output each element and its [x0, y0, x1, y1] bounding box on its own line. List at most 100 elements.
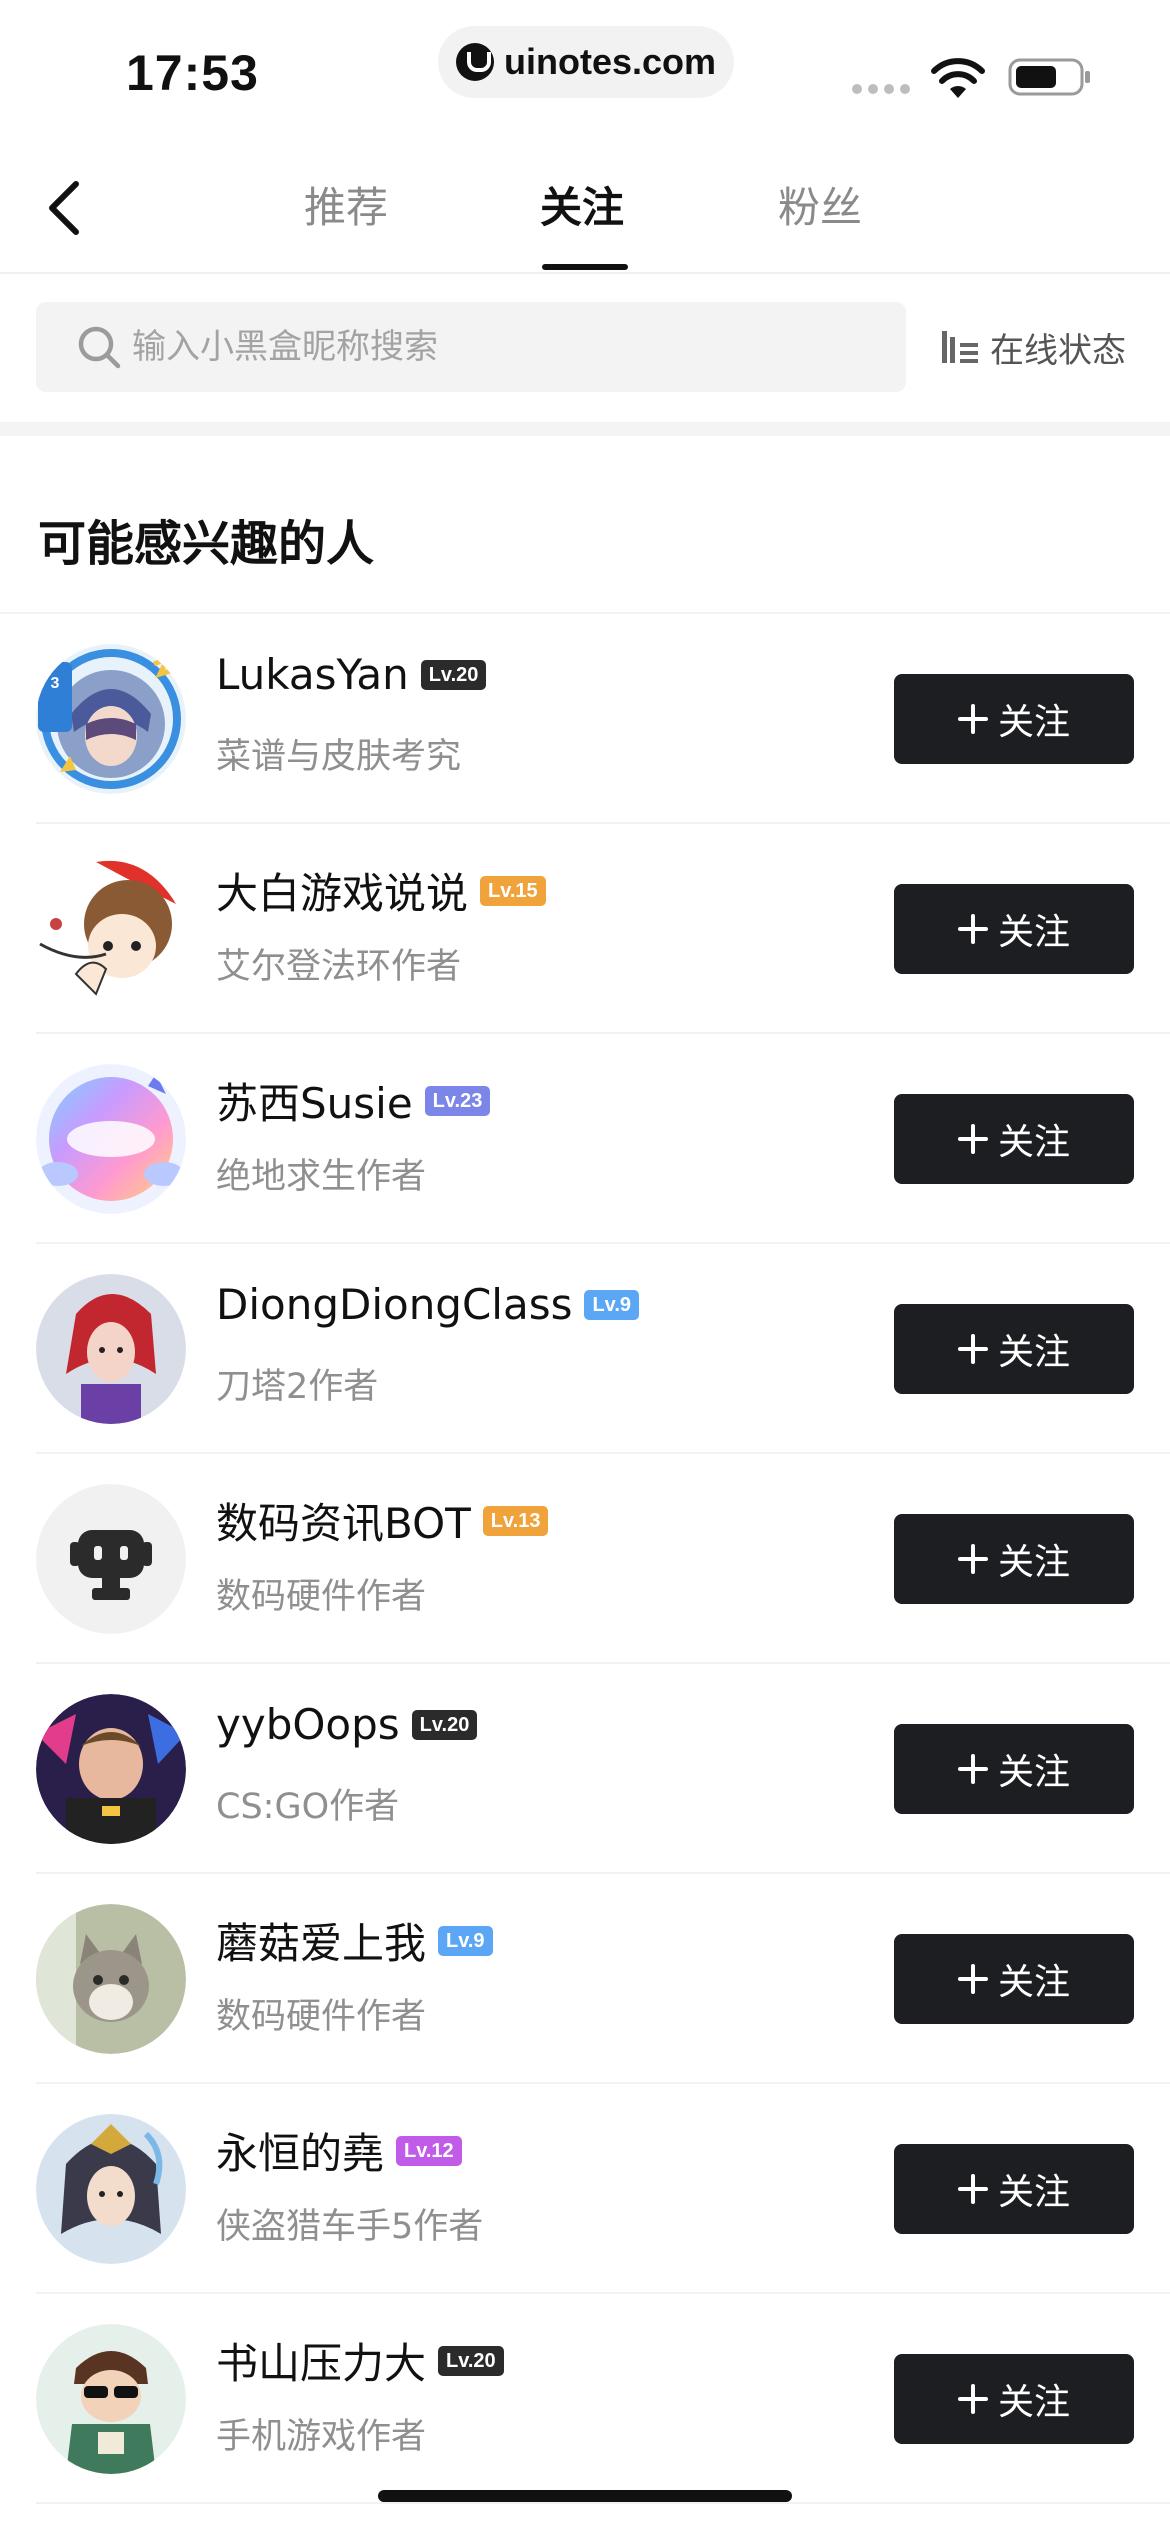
list-item: 书山压力大 Lv.20 手机游戏作者 关注	[0, 2294, 1170, 2504]
name-line: DiongDiongClass Lv.9	[216, 1280, 640, 1329]
follow-button-label: 关注	[997, 912, 1070, 953]
level-badge: Lv.12	[396, 2135, 462, 2166]
level-badge: Lv.9	[584, 1289, 640, 1320]
follow-button[interactable]: 关注	[894, 674, 1134, 764]
avatar[interactable]: 3	[36, 644, 186, 794]
plus-icon	[957, 2384, 988, 2414]
sunglasses-cartoon-avatar-icon	[36, 2324, 186, 2474]
user-description: 刀塔2作者	[216, 1367, 379, 1407]
section-divider	[0, 422, 1170, 436]
home-indicator[interactable]	[378, 2490, 792, 2502]
plus-icon	[957, 1964, 988, 1994]
level-badge: Lv.9	[438, 1925, 493, 1956]
user-name[interactable]: LukasYan	[216, 650, 409, 699]
name-line: yybOops Lv.20	[216, 1700, 478, 1749]
follow-button[interactable]: 关注	[894, 2144, 1134, 2234]
user-name[interactable]: 永恒的堯	[216, 2120, 384, 2181]
avatar[interactable]	[36, 2114, 186, 2264]
plus-icon	[957, 1544, 988, 1574]
user-name[interactable]: 数码资讯BOT	[216, 1490, 471, 1551]
follow-button-label: 关注	[997, 2382, 1070, 2423]
online-status-label: 在线状态	[990, 330, 1126, 371]
search-input[interactable]	[132, 302, 892, 392]
user-name[interactable]: 大白游戏说说	[216, 860, 468, 921]
follow-button[interactable]: 关注	[894, 1724, 1134, 1814]
cellular-signal-icon	[852, 84, 910, 94]
user-description: CS:GO作者	[216, 1787, 400, 1827]
url-text: uinotes.com	[503, 41, 717, 82]
level-badge: Lv.15	[480, 875, 546, 906]
user-name[interactable]: DiongDiongClass	[216, 1280, 572, 1329]
status-bar: 17:53 uinotes.com	[0, 0, 1170, 140]
search-box[interactable]	[36, 302, 906, 392]
follow-button[interactable]: 关注	[894, 1304, 1134, 1394]
list-item: yybOops Lv.20 CS:GO作者 关注	[0, 1664, 1170, 1874]
user-description: 数码硬件作者	[216, 1997, 427, 2037]
follow-button-label: 关注	[997, 1332, 1070, 1373]
follow-button-label: 关注	[997, 702, 1070, 743]
follow-button[interactable]: 关注	[894, 884, 1134, 974]
user-name[interactable]: 蘑菇爱上我	[216, 1910, 426, 1971]
list-item: 大白游戏说说 Lv.15 艾尔登法环作者 关注	[0, 824, 1170, 1034]
follow-button-label: 关注	[997, 1542, 1070, 1583]
user-description: 数码硬件作者	[216, 1577, 427, 1617]
robot-avatar-icon	[36, 1484, 186, 1634]
status-time: 17:53	[126, 45, 259, 101]
level-badge: Lv.20	[411, 1709, 478, 1740]
name-line: 数码资讯BOT Lv.13	[216, 1490, 549, 1551]
cat-photo-avatar-icon	[36, 1904, 186, 2054]
anime-warrior-avatar-icon	[36, 2114, 186, 2264]
name-line: 蘑菇爱上我 Lv.9	[216, 1910, 493, 1971]
filter-bars-icon	[942, 331, 978, 363]
user-description: 绝地求生作者	[216, 1157, 427, 1197]
svg-text:3: 3	[51, 675, 60, 692]
tab-following[interactable]: 关注	[540, 178, 624, 238]
follow-button-label: 关注	[997, 2172, 1070, 2213]
level-badge: Lv.13	[482, 1505, 549, 1536]
plus-icon	[957, 1124, 988, 1154]
search-icon	[78, 326, 121, 369]
tab-fans[interactable]: 粉丝	[778, 178, 862, 238]
level-badge: Lv.23	[424, 1085, 491, 1116]
avatar[interactable]	[36, 1904, 186, 2054]
red-hair-hero-avatar-icon	[36, 1274, 186, 1424]
back-arrow-icon[interactable]	[42, 178, 88, 238]
avatar[interactable]	[36, 854, 186, 1004]
level-badge: Lv.20	[438, 2345, 504, 2376]
user-name[interactable]: yybOops	[216, 1700, 400, 1749]
list-item: 永恒的堯 Lv.12 侠盗猎车手5作者 关注	[0, 2084, 1170, 2294]
suggested-users-list: 3 LukasYan Lv.20 菜谱与皮肤考究 关注 大白游戏说说 Lv.15…	[0, 614, 1170, 2504]
follow-button[interactable]: 关注	[894, 1934, 1134, 2024]
name-line: 苏西Susie Lv.23	[216, 1070, 491, 1131]
follow-button-label: 关注	[997, 1962, 1070, 2003]
avatar[interactable]	[36, 1694, 186, 1844]
plus-icon	[957, 1334, 988, 1364]
list-item: 蘑菇爱上我 Lv.9 数码硬件作者 关注	[0, 1874, 1170, 2084]
avatar[interactable]	[36, 1064, 186, 1214]
tab-recommend[interactable]: 推荐	[304, 178, 388, 238]
follow-button[interactable]: 关注	[894, 2354, 1134, 2444]
url-pill[interactable]: uinotes.com	[438, 26, 734, 98]
avatar[interactable]	[36, 2324, 186, 2474]
anime-girl-anniversary-avatar-icon: 3	[36, 644, 186, 794]
follow-button[interactable]: 关注	[894, 1514, 1134, 1604]
plus-icon	[957, 1754, 988, 1784]
level-badge: Lv.20	[420, 659, 487, 690]
section-title: 可能感兴趣的人	[38, 516, 375, 572]
user-name[interactable]: 书山压力大	[216, 2330, 426, 2391]
online-status-filter[interactable]: 在线状态	[938, 302, 1126, 392]
cartoon-boy-avatar-icon	[36, 854, 186, 1004]
list-item: 数码资讯BOT Lv.13 数码硬件作者 关注	[0, 1454, 1170, 1664]
avatar[interactable]	[36, 1484, 186, 1634]
user-description: 菜谱与皮肤考究	[216, 737, 462, 777]
gamer-photo-avatar-icon	[36, 1694, 186, 1844]
avatar[interactable]	[36, 1274, 186, 1424]
page: 17:53 uinotes.com 推荐 关注 粉丝 输入小黑盒昵称搜索 在线状…	[0, 0, 1170, 2532]
list-item: 3 LukasYan Lv.20 菜谱与皮肤考究 关注	[0, 614, 1170, 824]
user-description: 手机游戏作者	[216, 2417, 427, 2457]
plus-icon	[957, 704, 988, 734]
battery-icon	[1008, 58, 1090, 96]
user-name[interactable]: 苏西Susie	[216, 1070, 413, 1131]
follow-button[interactable]: 关注	[894, 1094, 1134, 1184]
name-line: LukasYan Lv.20	[216, 650, 487, 699]
